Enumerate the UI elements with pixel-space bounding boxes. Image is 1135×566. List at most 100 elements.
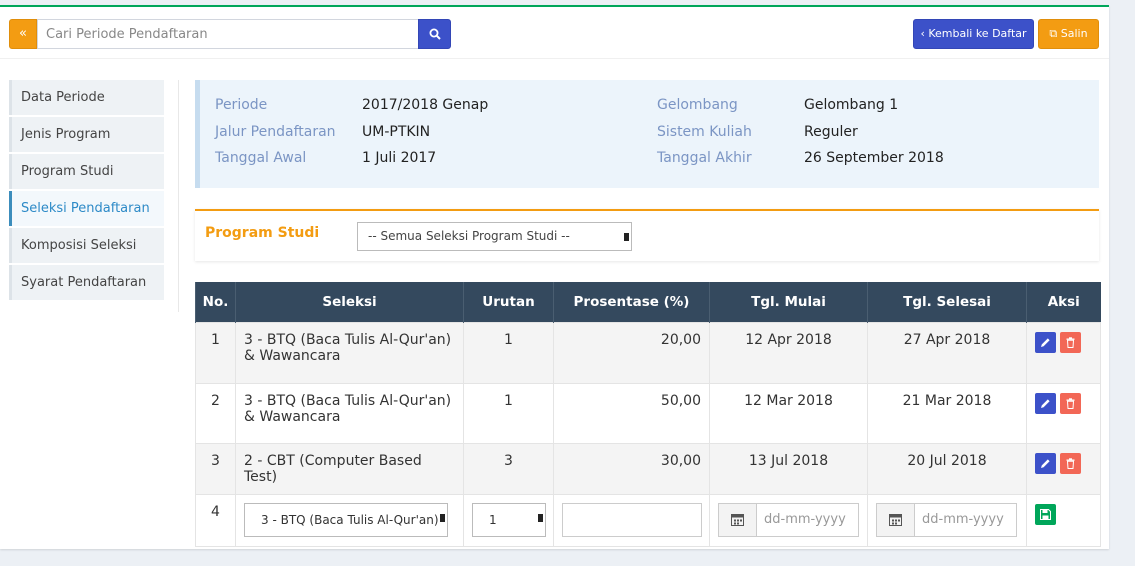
save-button[interactable]: [1035, 503, 1056, 525]
search-button[interactable]: [418, 19, 451, 49]
cell-tgl-selesai: dd-mm-yyyy: [867, 493, 1027, 547]
cell-aksi: [1026, 382, 1101, 444]
cell-urutan: 1: [463, 493, 554, 547]
calendar-icon: [731, 513, 744, 526]
calendar-addon[interactable]: [719, 503, 757, 536]
search-icon: [429, 28, 441, 40]
trash-icon: [1066, 397, 1075, 409]
sistem-kuliah-value: Reguler: [804, 124, 858, 140]
gelombang-label: Gelombang: [657, 97, 738, 113]
cell-urutan: 3: [463, 442, 554, 495]
cell-tgl-selesai: 21 Mar 2018: [867, 382, 1027, 444]
tgl-selesai-field[interactable]: dd-mm-yyyy: [876, 502, 1017, 537]
tgl-mulai-field[interactable]: dd-mm-yyyy: [718, 502, 859, 537]
table-row: 1 3 - BTQ (Baca Tulis Al-Qur'an) & Wawan…: [195, 321, 1101, 384]
jalur-label: Jalur Pendaftaran: [215, 124, 336, 140]
cell-no: 1: [195, 321, 236, 384]
jalur-value: UM-PTKIN: [362, 124, 431, 140]
cell-no: 3: [195, 442, 236, 495]
sidebar-nav: Data Periode Jenis Program Program Studi…: [9, 80, 164, 302]
cell-tgl-mulai: 12 Mar 2018: [709, 382, 868, 444]
dropdown-arrow-icon: [538, 513, 543, 522]
cell-prosentase: [553, 493, 710, 547]
header-aksi: Aksi: [1026, 282, 1101, 322]
calendar-icon: [889, 513, 902, 526]
sidebar-item-jenis-program[interactable]: Jenis Program: [9, 117, 164, 152]
copy-button[interactable]: ⧉ Salin: [1038, 19, 1099, 49]
tgl-mulai-input[interactable]: dd-mm-yyyy: [757, 504, 858, 536]
sidebar-item-komposisi-seleksi[interactable]: Komposisi Seleksi: [9, 228, 164, 263]
tanggal-akhir-label: Tanggal Akhir: [657, 150, 752, 166]
gelombang-value: Gelombang 1: [804, 97, 899, 113]
table-row: 2 3 - BTQ (Baca Tulis Al-Qur'an) & Wawan…: [195, 382, 1101, 444]
back-to-list-label: Kembali ke Daftar: [928, 27, 1027, 40]
pencil-icon: [1041, 458, 1050, 468]
cell-seleksi: 3 - BTQ (Baca Tulis Al-Qur'an) & Wawanca…: [235, 321, 464, 384]
sistem-kuliah-label: Sistem Kuliah: [657, 124, 752, 140]
dropdown-arrow-icon: [624, 233, 629, 241]
tanggal-akhir-value: 26 September 2018: [804, 150, 944, 166]
header-urutan: Urutan: [463, 282, 554, 322]
cell-tgl-mulai: dd-mm-yyyy: [709, 493, 868, 547]
trash-icon: [1066, 457, 1075, 469]
program-studi-selected: -- Semua Seleksi Program Studi --: [368, 229, 570, 243]
selection-table: No. Seleksi Urutan Prosentase (%) Tgl. M…: [195, 282, 1101, 547]
tgl-selesai-input[interactable]: dd-mm-yyyy: [915, 504, 1016, 536]
delete-button[interactable]: [1060, 331, 1081, 353]
back-to-list-button[interactable]: ‹ Kembali ke Daftar: [913, 19, 1034, 49]
sidebar-item-syarat-pendaftaran[interactable]: Syarat Pendaftaran: [9, 265, 164, 300]
cell-seleksi: 3 - BTQ (Baca Tulis Al-Qur'an) & Wawanca…: [235, 382, 464, 444]
pencil-icon: [1041, 337, 1050, 347]
periode-value: 2017/2018 Genap: [362, 97, 489, 113]
cell-aksi: [1026, 321, 1101, 384]
cell-prosentase: 20,00: [553, 321, 710, 384]
program-studi-select[interactable]: -- Semua Seleksi Program Studi --: [357, 222, 632, 251]
cell-aksi: [1026, 442, 1101, 495]
periode-label: Periode: [215, 97, 268, 113]
edit-button[interactable]: [1035, 331, 1056, 353]
cell-seleksi: 2 - CBT (Computer Based Test): [235, 442, 464, 495]
header-tgl-mulai: Tgl. Mulai: [709, 282, 868, 322]
calendar-addon[interactable]: [877, 503, 915, 536]
header-tgl-selesai: Tgl. Selesai: [867, 282, 1027, 322]
cell-no: 4: [195, 493, 236, 547]
new-entry-row: 4 3 - BTQ (Baca Tulis Al-Qur'an) 1 dd-mm…: [195, 493, 1101, 547]
header-seleksi: Seleksi: [235, 282, 464, 322]
header-prosentase: Prosentase (%): [553, 282, 710, 322]
program-filter-panel: Program Studi -- Semua Seleksi Program S…: [195, 209, 1099, 261]
chevron-left-icon: ‹: [920, 27, 925, 40]
cell-tgl-selesai: 20 Jul 2018: [867, 442, 1027, 495]
cell-tgl-selesai: 27 Apr 2018: [867, 321, 1027, 384]
edit-button[interactable]: [1035, 452, 1056, 474]
prosentase-input[interactable]: [562, 502, 702, 537]
sidebar-divider: [178, 80, 179, 312]
cell-prosentase: 50,00: [553, 382, 710, 444]
urutan-select[interactable]: 1: [472, 502, 546, 537]
edit-button[interactable]: [1035, 392, 1056, 414]
delete-button[interactable]: [1060, 392, 1081, 414]
cell-urutan: 1: [463, 382, 554, 444]
cell-seleksi: 3 - BTQ (Baca Tulis Al-Qur'an): [235, 493, 464, 547]
tanggal-awal-value: 1 Juli 2017: [362, 150, 437, 166]
sidebar-item-program-studi[interactable]: Program Studi: [9, 154, 164, 189]
cell-urutan: 1: [463, 321, 554, 384]
delete-button[interactable]: [1060, 452, 1081, 474]
sidebar-item-data-periode[interactable]: Data Periode: [9, 80, 164, 115]
table-row: 3 2 - CBT (Computer Based Test) 3 30,00 …: [195, 442, 1101, 495]
urutan-selected: 1: [489, 512, 497, 527]
top-toolbar: « ‹ Kembali ke Daftar ⧉ Salin: [0, 7, 1109, 59]
sidebar-item-seleksi-pendaftaran[interactable]: Seleksi Pendaftaran: [9, 191, 164, 226]
copy-label: Salin: [1060, 27, 1088, 40]
copy-icon: ⧉: [1049, 27, 1058, 40]
tanggal-awal-label: Tanggal Awal: [215, 150, 307, 166]
cell-aksi: [1026, 493, 1101, 547]
header-no: No.: [195, 282, 236, 322]
search-input[interactable]: [37, 19, 419, 49]
trash-icon: [1066, 336, 1075, 348]
cell-no: 2: [195, 382, 236, 444]
period-info-panel: Periode 2017/2018 Genap Jalur Pendaftara…: [195, 80, 1099, 188]
cell-tgl-mulai: 12 Apr 2018: [709, 321, 868, 384]
seleksi-select[interactable]: 3 - BTQ (Baca Tulis Al-Qur'an): [244, 502, 448, 537]
back-button[interactable]: «: [9, 19, 37, 49]
program-studi-label: Program Studi: [205, 225, 320, 241]
